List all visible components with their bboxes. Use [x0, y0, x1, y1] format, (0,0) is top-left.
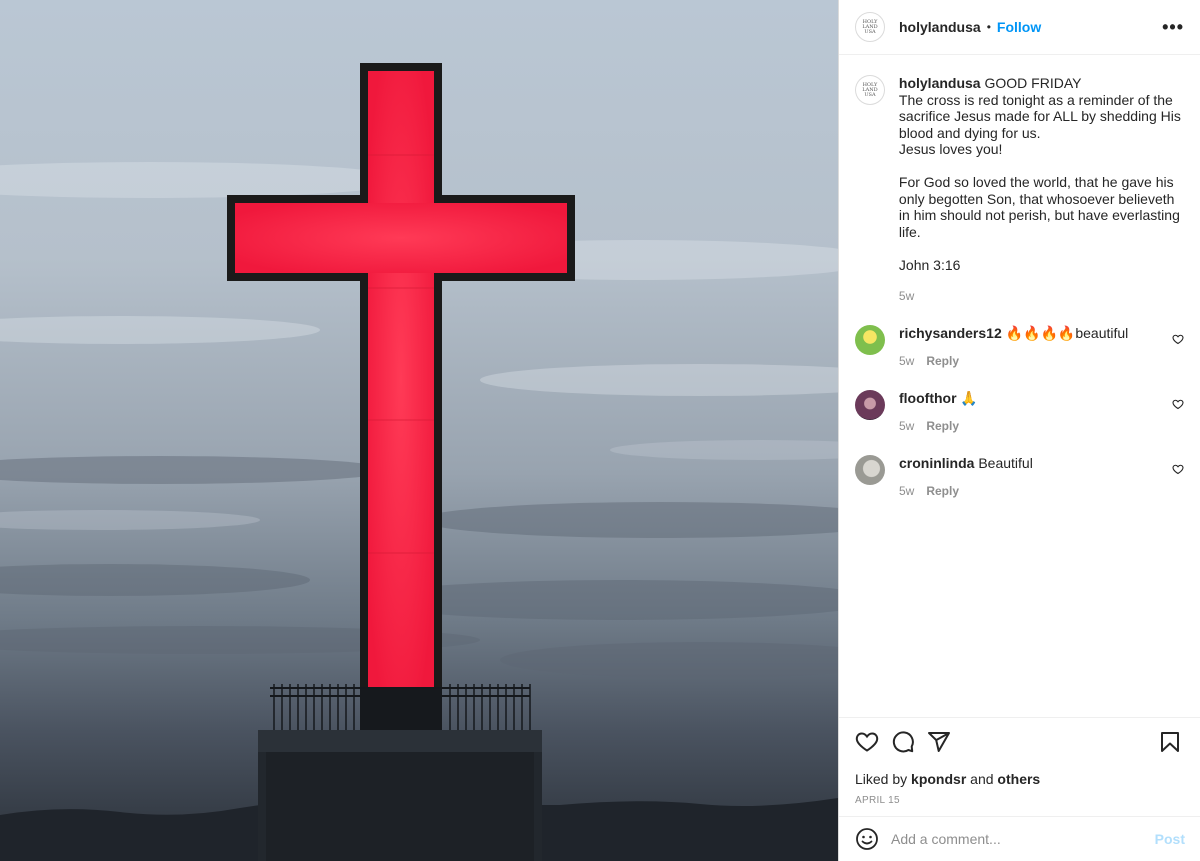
comment-text: 🙏: [960, 389, 978, 406]
commenter-avatar[interactable]: [855, 454, 885, 485]
more-horizontal-icon[interactable]: •••: [1162, 17, 1184, 38]
post-date[interactable]: APRIL 15: [855, 795, 1185, 806]
comment-username[interactable]: floofthor: [899, 390, 957, 406]
action-icons: [855, 730, 1185, 754]
caption-text-block: holylandusa GOOD FRIDAY The cross is red…: [899, 75, 1184, 273]
commenter-avatar[interactable]: [855, 324, 885, 355]
like-comment-heart-icon[interactable]: [1172, 398, 1184, 410]
comment-bubble-icon[interactable]: [891, 730, 915, 754]
comment-text: 🔥🔥🔥🔥beautiful: [1005, 324, 1129, 341]
comment-meta: 5w Reply: [899, 418, 1184, 435]
comment-time[interactable]: 5w: [899, 483, 914, 500]
comment-meta: 5w Reply: [899, 483, 1184, 500]
comment-item: croninlinda Beautiful 5w Reply: [855, 454, 1184, 500]
like-comment-heart-icon[interactable]: [1172, 333, 1184, 345]
caption: HOLY LAND USA holylandusa GOOD FRIDAY Th…: [855, 75, 1184, 305]
likes-summary: Liked by kpondsr and others: [855, 771, 1185, 787]
post-image[interactable]: [0, 0, 838, 861]
liked-by-others[interactable]: others: [997, 771, 1040, 787]
comment-body: richysanders12 🔥🔥🔥🔥beautiful 5w Reply: [899, 325, 1184, 370]
add-comment-bar: Post: [839, 816, 1200, 861]
caption-username[interactable]: holylandusa: [899, 75, 981, 91]
caption-author-avatar[interactable]: HOLY LAND USA: [855, 75, 885, 105]
follow-button[interactable]: Follow: [997, 19, 1041, 35]
commenter-avatar[interactable]: [855, 389, 885, 420]
post-comment-button[interactable]: Post: [1155, 831, 1185, 847]
cross-photo: [0, 0, 838, 861]
add-comment-input[interactable]: [891, 831, 1155, 847]
like-comment-heart-icon[interactable]: [1172, 463, 1184, 475]
comments-list: HOLY LAND USA holylandusa GOOD FRIDAY Th…: [839, 55, 1200, 500]
caption-body: holylandusa GOOD FRIDAY The cross is red…: [899, 75, 1184, 305]
liked-by-prefix: Liked by: [855, 771, 908, 787]
caption-time[interactable]: 5w: [899, 288, 914, 305]
post-header: HOLY LAND USA holylandusa • Follow •••: [839, 0, 1200, 55]
liked-by-user[interactable]: kpondsr: [911, 771, 966, 787]
caption-meta: 5w: [899, 288, 1184, 305]
comment-text: Beautiful: [978, 454, 1033, 471]
action-bar: Liked by kpondsr and others APRIL 15: [839, 717, 1200, 806]
reply-button[interactable]: Reply: [926, 353, 959, 370]
post-side-panel: HOLY LAND USA holylandusa • Follow ••• H…: [838, 0, 1200, 861]
emoji-smiley-icon[interactable]: [855, 827, 879, 851]
share-send-icon[interactable]: [927, 730, 951, 754]
comment-item: richysanders12 🔥🔥🔥🔥beautiful 5w Reply: [855, 324, 1184, 370]
comment-body: floofthor 🙏 5w Reply: [899, 390, 1184, 435]
author-avatar[interactable]: HOLY LAND USA: [855, 12, 885, 42]
comment-item: floofthor 🙏 5w Reply: [855, 389, 1184, 435]
bookmark-save-icon[interactable]: [1158, 730, 1182, 754]
reply-button[interactable]: Reply: [926, 483, 959, 500]
comment-time[interactable]: 5w: [899, 353, 914, 370]
comment-time[interactable]: 5w: [899, 418, 914, 435]
comment-meta: 5w Reply: [899, 353, 1184, 370]
separator-dot: •: [986, 20, 991, 34]
like-heart-icon[interactable]: [855, 730, 879, 754]
author-username[interactable]: holylandusa: [899, 19, 981, 35]
comment-username[interactable]: croninlinda: [899, 455, 974, 471]
caption-text: GOOD FRIDAY The cross is red tonight as …: [898, 75, 1181, 273]
reply-button[interactable]: Reply: [926, 418, 959, 435]
comment-username[interactable]: richysanders12: [899, 325, 1002, 341]
liked-by-and: and: [970, 771, 994, 787]
comment-body: croninlinda Beautiful 5w Reply: [899, 455, 1184, 500]
